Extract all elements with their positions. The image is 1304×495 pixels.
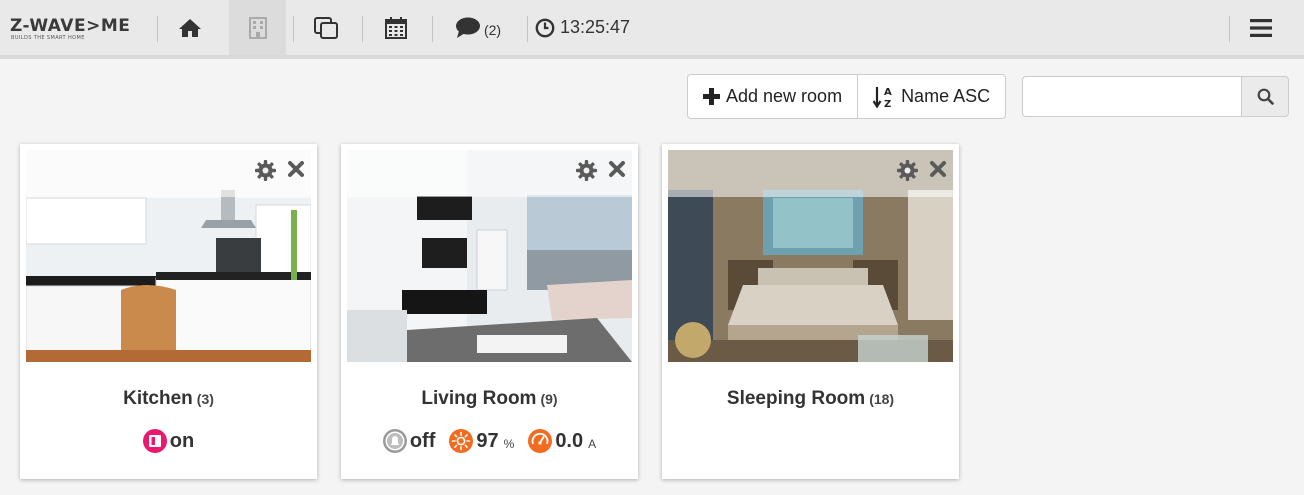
nav-elements[interactable] xyxy=(302,0,350,55)
clock-icon xyxy=(535,18,555,37)
widget-unit: A xyxy=(588,437,597,451)
nav-home[interactable] xyxy=(166,0,214,55)
room-name: Kitchen xyxy=(123,388,193,409)
living-room-photo[interactable] xyxy=(347,150,632,362)
nav-events[interactable] xyxy=(372,0,420,55)
room-card-sleeping-room[interactable]: Sleeping Room (18) xyxy=(662,144,959,479)
nav-menu[interactable] xyxy=(1238,0,1284,55)
room-delete-button[interactable] xyxy=(608,160,626,181)
room-device-count: (3) xyxy=(196,391,214,407)
sort-label: Name ASC xyxy=(901,86,991,106)
home-icon xyxy=(179,18,201,37)
room-settings-button[interactable] xyxy=(576,160,597,181)
calendar-icon xyxy=(385,16,407,39)
zwave-logo[interactable]: Z-WAVE>ME BUILDS THE SMART HOME xyxy=(10,17,136,47)
sun-icon xyxy=(449,429,474,453)
search-input[interactable] xyxy=(1022,76,1241,117)
room-widgets: off 97 % 0.0 A xyxy=(341,429,638,453)
nav-rooms[interactable] xyxy=(229,0,286,55)
comment-icon xyxy=(455,17,480,38)
top-navbar: Z-WAVE>ME BUILDS THE SMART HOME (2) 13:2… xyxy=(0,0,1304,59)
card-actions xyxy=(897,160,947,181)
room-title[interactable]: Kitchen (3) xyxy=(20,388,317,410)
close-icon xyxy=(930,161,946,177)
gauge-icon xyxy=(528,429,553,453)
widget-alarm[interactable]: off xyxy=(382,429,436,453)
bell-icon xyxy=(382,429,407,453)
close-icon xyxy=(609,161,625,177)
search-button[interactable] xyxy=(1241,76,1289,117)
widget-value: 97 xyxy=(476,429,499,452)
svg-text:Z: Z xyxy=(884,99,891,109)
widget-unit: % xyxy=(503,437,515,451)
room-delete-button[interactable] xyxy=(287,160,305,181)
nav-divider xyxy=(362,16,363,42)
clock-time: 13:25:47 xyxy=(560,17,631,37)
widget-value: 0.0 xyxy=(555,429,584,452)
nav-divider xyxy=(293,16,294,42)
logo-text: Z-WAVE>ME xyxy=(10,16,131,36)
gear-icon xyxy=(576,160,597,181)
close-icon xyxy=(288,161,304,177)
room-device-count: (18) xyxy=(869,391,895,407)
widget-switch[interactable]: on xyxy=(142,429,195,453)
room-settings-button[interactable] xyxy=(897,160,918,181)
nav-divider xyxy=(527,16,528,42)
sort-alpha-icon: A Z xyxy=(873,86,892,109)
nav-clock: 13:25:47 xyxy=(535,0,640,55)
plus-icon xyxy=(703,88,720,105)
room-toolbar: Add new room A Z Name ASC xyxy=(687,74,1007,119)
gear-icon xyxy=(897,160,918,181)
room-delete-button[interactable] xyxy=(929,160,947,181)
room-widgets: on xyxy=(20,429,317,453)
svg-text:A: A xyxy=(884,87,892,98)
sort-button[interactable]: A Z Name ASC xyxy=(857,75,1005,118)
gear-icon xyxy=(255,160,276,181)
kitchen-photo[interactable] xyxy=(26,150,311,362)
room-settings-button[interactable] xyxy=(255,160,276,181)
add-room-label: Add new room xyxy=(726,86,843,106)
hamburger-icon xyxy=(1250,18,1272,37)
nav-divider xyxy=(157,16,158,42)
room-title[interactable]: Sleeping Room (18) xyxy=(662,388,959,410)
room-name: Living Room xyxy=(421,388,537,409)
messages-count: (2) xyxy=(483,21,502,38)
copy-icon xyxy=(314,16,338,39)
widget-luminance[interactable]: 97 % xyxy=(449,429,514,453)
room-card-kitchen[interactable]: Kitchen (3) on xyxy=(20,144,317,479)
widget-current[interactable]: 0.0 A xyxy=(528,429,596,453)
widget-value: off xyxy=(409,429,436,452)
room-device-count: (9) xyxy=(540,391,558,407)
room-title[interactable]: Living Room (9) xyxy=(341,388,638,410)
logo-tagline: BUILDS THE SMART HOME xyxy=(11,35,85,41)
room-name: Sleeping Room xyxy=(726,388,866,409)
card-actions xyxy=(576,160,626,181)
switch-icon xyxy=(142,429,167,453)
room-search xyxy=(1022,76,1289,117)
room-card-living-room[interactable]: Living Room (9) off 97 % 0.0 A xyxy=(341,144,638,479)
widget-value: on xyxy=(169,429,195,452)
bedroom-photo[interactable] xyxy=(668,150,953,362)
add-room-button[interactable]: Add new room xyxy=(688,75,857,118)
nav-divider xyxy=(432,16,433,42)
nav-divider xyxy=(1229,16,1230,42)
card-actions xyxy=(255,160,305,181)
search-icon xyxy=(1257,88,1274,105)
building-icon xyxy=(248,16,267,39)
nav-messages[interactable]: (2) xyxy=(448,0,508,55)
